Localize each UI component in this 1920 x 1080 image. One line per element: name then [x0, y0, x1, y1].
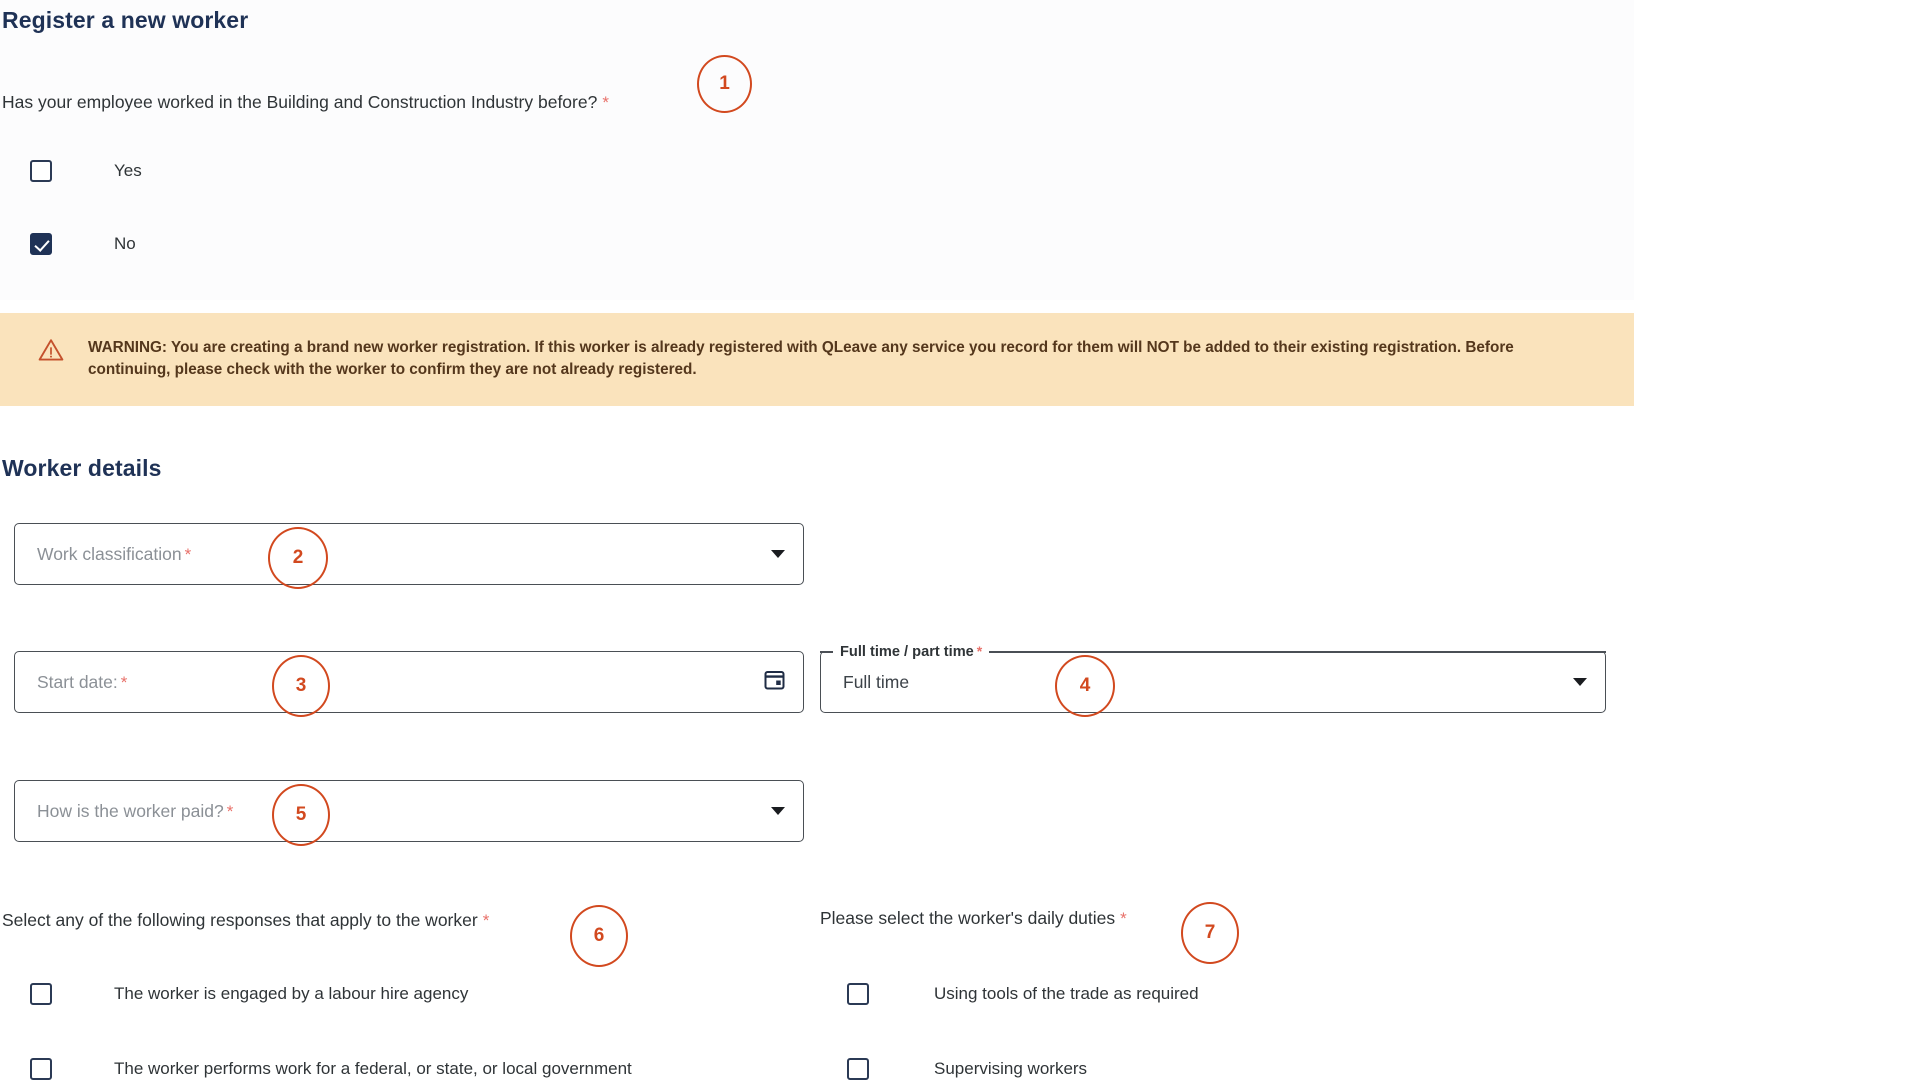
chevron-down-icon	[1573, 678, 1587, 686]
registration-form-page: Register a new worker Has your employee …	[0, 0, 1920, 1080]
calendar-icon[interactable]	[764, 669, 785, 695]
work-classification-placeholder: Work classification *	[37, 543, 192, 564]
annotation-badge-4: 4	[1055, 655, 1115, 717]
checkbox-label-yes: Yes	[114, 161, 142, 180]
checkbox-labour-hire-agency[interactable]	[30, 983, 52, 1005]
how-paid-select[interactable]: How is the worker paid? *	[14, 780, 804, 842]
register-section-panel	[0, 0, 1634, 300]
bci-question-label: Has your employee worked in the Building…	[2, 92, 609, 113]
annotation-badge-3: 3	[272, 655, 330, 717]
checkbox-yes[interactable]	[30, 160, 52, 182]
checkbox-using-tools[interactable]	[847, 983, 869, 1005]
checkbox-label-labour-hire-agency: The worker is engaged by a labour hire a…	[114, 984, 469, 1003]
full-time-part-time-select[interactable]: Full time	[820, 651, 1606, 713]
chevron-down-icon	[771, 807, 785, 815]
annotation-badge-5: 5	[272, 784, 330, 846]
checkbox-row-no[interactable]: No	[30, 233, 136, 255]
worker-details-title: Worker details	[2, 455, 162, 481]
page-title: Register a new worker	[2, 7, 249, 33]
checkbox-label-no: No	[114, 234, 136, 253]
warning-banner: WARNING: You are creating a brand new wo…	[0, 313, 1634, 406]
checkbox-row-using-tools[interactable]: Using tools of the trade as required	[847, 983, 1199, 1005]
checkbox-government-work[interactable]	[30, 1058, 52, 1080]
full-time-part-time-value: Full time	[843, 671, 910, 692]
warning-triangle-icon	[38, 338, 64, 367]
start-date-placeholder: Start date: *	[37, 671, 128, 692]
full-time-part-time-field-wrapper: Full time Full time / part time *	[820, 642, 1606, 713]
checkbox-supervising-workers[interactable]	[847, 1058, 869, 1080]
annotation-badge-6: 6	[570, 905, 628, 967]
checkbox-label-government-work: The worker performs work for a federal, …	[114, 1059, 632, 1078]
start-date-input[interactable]: Start date: *	[14, 651, 804, 713]
checkbox-row-yes[interactable]: Yes	[30, 160, 142, 182]
checkbox-row-labour-hire[interactable]: The worker is engaged by a labour hire a…	[30, 983, 468, 1005]
work-classification-select[interactable]: Work classification *	[14, 523, 804, 585]
bci-question-text: Has your employee worked in the Building…	[2, 92, 598, 112]
annotation-badge-7: 7	[1181, 902, 1239, 964]
annotation-badge-1: 1	[697, 55, 752, 113]
checkbox-row-supervising-workers[interactable]: Supervising workers	[847, 1058, 1087, 1080]
checkbox-label-supervising-workers: Supervising workers	[934, 1059, 1088, 1078]
checkbox-label-using-tools: Using tools of the trade as required	[934, 984, 1199, 1003]
checkbox-no[interactable]	[30, 233, 52, 255]
checkbox-row-government-work[interactable]: The worker performs work for a federal, …	[30, 1058, 632, 1080]
chevron-down-icon	[771, 550, 785, 558]
how-paid-placeholder: How is the worker paid? *	[37, 800, 234, 821]
responses-group-label: Select any of the following responses th…	[2, 910, 490, 930]
required-asterisk: *	[602, 93, 609, 112]
annotation-badge-2: 2	[268, 527, 328, 589]
duties-group-label: Please select the worker's daily duties *	[820, 908, 1127, 928]
warning-message: WARNING: You are creating a brand new wo…	[88, 339, 1514, 378]
